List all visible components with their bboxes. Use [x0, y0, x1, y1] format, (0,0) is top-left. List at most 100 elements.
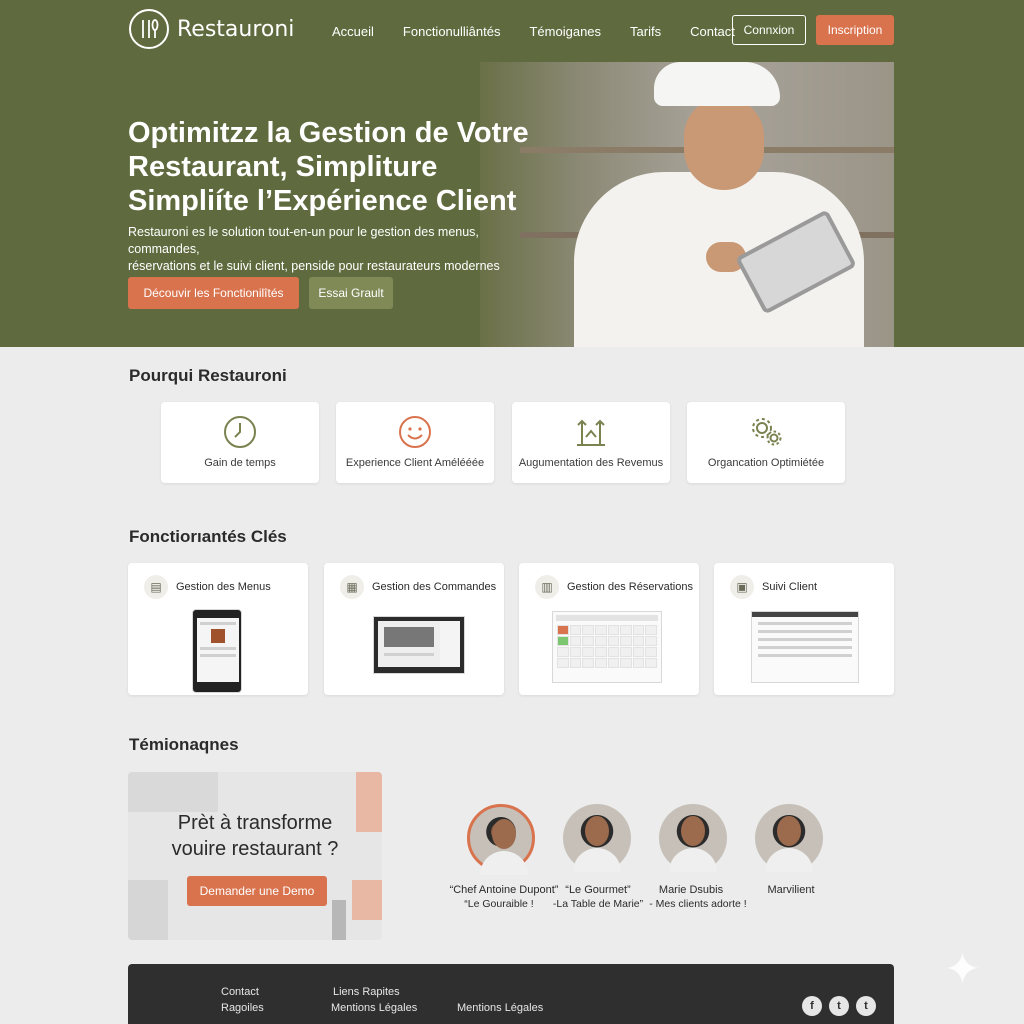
- calendar-cell: [569, 636, 582, 646]
- placeholder-line: [384, 653, 434, 656]
- laptop-screen: [378, 621, 440, 667]
- footer-link-contact[interactable]: Contact: [221, 986, 259, 998]
- calendar-cell: [607, 647, 620, 657]
- cta-banner: Prèt à transforme vouire restaurant ? De…: [128, 772, 382, 940]
- calendar-cell: [645, 658, 657, 668]
- hero-section: Optimitzz la Gestion de Votre Restaurant…: [0, 62, 1024, 347]
- why-card-experience[interactable]: Experience Client Amélééée: [336, 402, 494, 483]
- orders-icon: ▦: [340, 575, 364, 599]
- discover-features-button[interactable]: Découvir les Fonctionilîtés: [128, 277, 299, 309]
- why-card-revenue[interactable]: Augumentation des Revemus: [512, 402, 670, 483]
- features-section-title: Fonctiorıantés Clés: [129, 527, 287, 546]
- calendar-cell: [557, 636, 569, 646]
- facebook-icon[interactable]: f: [802, 996, 822, 1016]
- calendar-cell: [594, 625, 607, 635]
- laptop-sidebar: [440, 621, 460, 667]
- nav-tarifs[interactable]: Tarifs: [630, 24, 661, 39]
- feature-card-header: ▤ Gestion des Menus: [144, 575, 271, 599]
- clock-icon: [224, 416, 256, 448]
- why-card-time[interactable]: Gain de temps: [161, 402, 319, 483]
- footer-link-legal[interactable]: Mentions Légales: [457, 1002, 543, 1014]
- menu-icon: ▤: [144, 575, 168, 599]
- nav-contact[interactable]: Contact: [690, 24, 735, 39]
- avatar-coat: [480, 851, 528, 875]
- feature-card-label: Suivi Client: [762, 581, 818, 593]
- dish-thumbnail: [211, 629, 225, 643]
- hero-subtitle-line: réservations et le suivi client, penside…: [128, 259, 500, 273]
- why-card-label: Augumentation des Revemus: [518, 457, 664, 469]
- calendar-icon: ▥: [535, 575, 559, 599]
- footer-link-legal[interactable]: Mentions Légales: [331, 1002, 417, 1014]
- decorative-shape: [332, 900, 346, 940]
- avatar-face: [777, 816, 801, 846]
- footer-link[interactable]: Ragoiles: [221, 1002, 264, 1014]
- feature-card-client[interactable]: ▣ Suivi Client: [714, 563, 894, 695]
- calendar-cell: [582, 647, 594, 657]
- nav-fonctionnalites[interactable]: Fonctionulliântés: [403, 24, 501, 39]
- feature-card-header: ▣ Suivi Client: [730, 575, 817, 599]
- brand-logo[interactable]: Restauroni: [129, 9, 294, 49]
- placeholder-line: [758, 622, 852, 625]
- feature-card-orders[interactable]: ▦ Gestion des Commandes: [324, 563, 504, 695]
- hero-title: Optimitzz la Gestion de Votre Restaurant…: [128, 116, 568, 218]
- cta-title-line: vouire restaurant ?: [171, 838, 339, 860]
- calendar-cell: [645, 636, 657, 646]
- calendar-cell: [607, 625, 620, 635]
- testimonial-quote: “Le Gouraible !: [464, 898, 534, 910]
- why-card-label: Organcation Optimiétée: [707, 457, 825, 469]
- laptop-mockup: [373, 616, 465, 674]
- calendar-cell: [594, 636, 607, 646]
- calendar-cell: [582, 636, 594, 646]
- placeholder-line: [758, 654, 852, 657]
- calendar-cell: [557, 658, 569, 668]
- hero-title-line: Optimitzz la Gestion de Votre: [128, 117, 529, 149]
- twitter-icon[interactable]: t: [856, 996, 876, 1016]
- why-card-organisation[interactable]: Organcation Optimiétée: [687, 402, 845, 483]
- login-button[interactable]: Connxion: [732, 15, 806, 45]
- testimonial-quote: - Mes clients adorte !: [649, 898, 747, 910]
- avatar: [467, 804, 535, 875]
- gears-icon: [752, 418, 782, 446]
- avatar-face: [681, 816, 705, 846]
- testimonial-quote: -La Table de Marie”: [552, 898, 644, 910]
- free-trial-button[interactable]: Essai Grault: [309, 277, 393, 309]
- feature-card-label: Gestion des Commandes: [372, 581, 497, 593]
- phone-screen: [197, 618, 239, 682]
- nav-temoignages[interactable]: Témoiganes: [529, 24, 601, 39]
- cta-title-line: Prèt à transforme: [177, 812, 333, 834]
- why-card-label: Experience Client Amélééée: [345, 457, 485, 469]
- placeholder-line: [758, 646, 852, 649]
- avatar-face: [585, 816, 609, 846]
- brand-name: Restauroni: [177, 16, 295, 42]
- signup-button[interactable]: Inscription: [816, 15, 894, 45]
- phone-mockup: [192, 609, 242, 693]
- why-card-label: Gain de temps: [204, 457, 276, 469]
- calendar-cell: [582, 625, 594, 635]
- testimonials-section-title: Témionaqnes: [129, 735, 239, 754]
- calendar-cell: [645, 625, 657, 635]
- calendar-cell: [569, 658, 582, 668]
- avatar-face: [492, 819, 516, 849]
- avatar: [755, 804, 823, 872]
- calendar-cell: [594, 647, 607, 657]
- feature-card-label: Gestion des Réservations: [567, 581, 693, 593]
- twitter-icon[interactable]: t: [829, 996, 849, 1016]
- feature-card-header: ▦ Gestion des Commandes: [340, 575, 496, 599]
- testimonial-author: Marie Dsubis: [658, 884, 724, 896]
- request-demo-button[interactable]: Demander une Demo: [187, 876, 327, 906]
- feature-card-menus[interactable]: ▤ Gestion des Menus: [128, 563, 308, 695]
- nav-accueil[interactable]: Accueil: [332, 24, 374, 39]
- feature-card-header: ▥ Gestion des Réservations: [535, 575, 693, 599]
- feature-card-reservations[interactable]: ▥ Gestion des Réservations: [519, 563, 699, 695]
- calendar-cell: [632, 658, 645, 668]
- avatar: [659, 804, 727, 872]
- chef-face: [684, 98, 764, 190]
- sparkle-icon: ✦: [944, 945, 981, 994]
- screen-image: [384, 627, 434, 647]
- testimonial-author: Marvilient: [767, 884, 815, 896]
- calendar-cell: [620, 647, 632, 657]
- calendar-cell: [607, 636, 620, 646]
- footer-link-quick[interactable]: Liens Rapites: [333, 986, 400, 998]
- placeholder-line: [200, 654, 236, 657]
- hero-title-line: Simpliíte l’Expérience Client: [128, 185, 517, 217]
